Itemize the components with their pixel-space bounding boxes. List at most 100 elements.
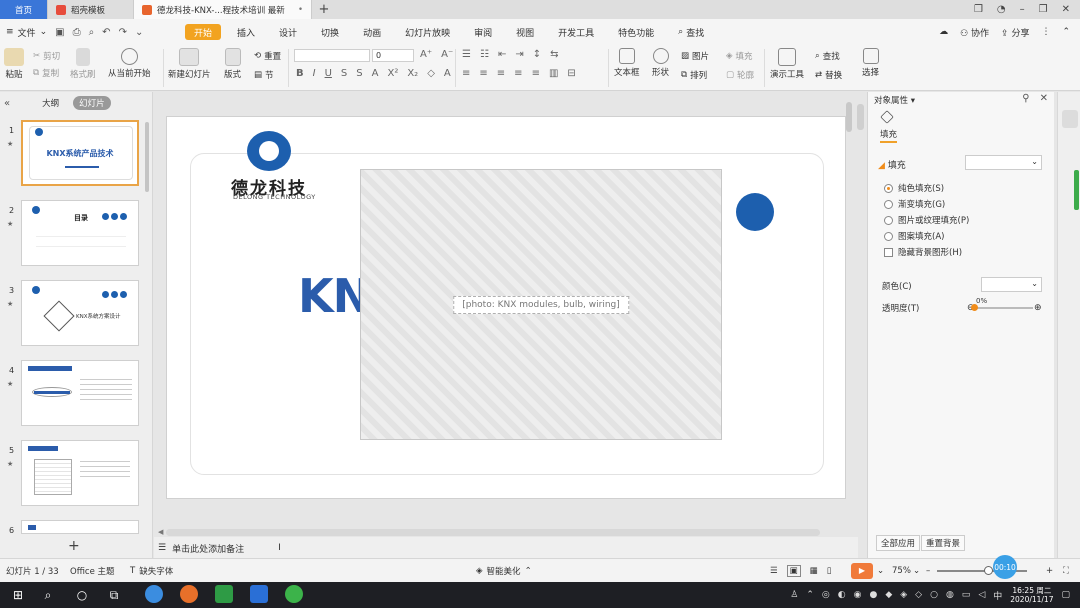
- section-button[interactable]: ▤ 节: [254, 69, 274, 81]
- play-slideshow-button[interactable]: ▶ ⌄: [851, 562, 884, 579]
- recording-timer[interactable]: 00:10: [993, 555, 1017, 579]
- color-select[interactable]: ⌄: [981, 277, 1042, 292]
- columns-icon[interactable]: ▥: [549, 68, 558, 79]
- print-preview-icon[interactable]: ⌕: [89, 27, 95, 38]
- zoom-dropdown-icon[interactable]: ⌄: [913, 566, 920, 576]
- indent-icon[interactable]: ⇥: [515, 49, 523, 60]
- properties-icon[interactable]: [1062, 110, 1078, 128]
- hide-background-checkbox[interactable]: 隐藏背景图形(H): [884, 246, 962, 258]
- fill-tab[interactable]: 填充: [880, 128, 898, 143]
- close-panel-icon[interactable]: ✕: [1040, 93, 1048, 104]
- zoom-in-icon[interactable]: +: [1046, 566, 1053, 576]
- align-center-icon[interactable]: ≡: [479, 68, 487, 79]
- picture-fill-radio[interactable]: 图片或纹理填充(P): [884, 214, 969, 226]
- user-icon[interactable]: ♙: [790, 590, 798, 600]
- tab-features[interactable]: 特色功能: [606, 19, 666, 45]
- font-name-select[interactable]: [294, 49, 370, 62]
- font-size-select[interactable]: 0: [372, 49, 414, 62]
- increase-font-icon[interactable]: A⁺: [420, 49, 432, 60]
- distribute-icon[interactable]: ≡: [532, 68, 540, 79]
- save-icon[interactable]: ▣: [55, 27, 64, 38]
- reset-background-button[interactable]: 重置背景: [921, 535, 966, 551]
- tab-design[interactable]: 设计: [267, 19, 309, 45]
- collab-button[interactable]: ⚇ 协作: [960, 26, 989, 39]
- volume-icon[interactable]: ◁: [978, 590, 985, 600]
- increase-transparency-icon[interactable]: ⊕: [1034, 303, 1042, 313]
- zoom-knob[interactable]: [984, 566, 993, 575]
- vertical-scrollbar[interactable]: [846, 102, 852, 132]
- superscript-icon[interactable]: X²: [387, 68, 398, 79]
- paste-button[interactable]: 粘贴: [4, 48, 24, 80]
- layout-icon[interactable]: ❒: [974, 4, 983, 15]
- firefox-icon[interactable]: [180, 585, 198, 603]
- zoom-level[interactable]: 75%: [892, 566, 911, 576]
- pin-icon[interactable]: ⚲: [1022, 93, 1029, 104]
- gradient-fill-radio[interactable]: 渐变填充(G): [884, 198, 945, 210]
- tab-animation[interactable]: 动画: [351, 19, 393, 45]
- text-align-icon[interactable]: ⊟: [567, 68, 575, 79]
- solid-fill-radio[interactable]: 纯色填充(S): [884, 182, 944, 194]
- more-icon[interactable]: ⌄: [135, 27, 143, 38]
- align-right-icon[interactable]: ≡: [497, 68, 505, 79]
- tray-icon[interactable]: ◆: [885, 590, 892, 600]
- sorter-view-icon[interactable]: ▦: [810, 566, 818, 576]
- tray-icon[interactable]: ◉: [854, 590, 862, 600]
- cloud-sync-icon[interactable]: ☁: [939, 27, 948, 37]
- bold-icon[interactable]: B: [296, 68, 304, 79]
- zoom-out-icon[interactable]: –: [926, 566, 930, 576]
- pattern-fill-radio[interactable]: 图案填充(A): [884, 230, 944, 242]
- tray-icon[interactable]: ●: [869, 590, 877, 600]
- cut-button[interactable]: ✂ 剪切: [33, 50, 60, 62]
- subscript-icon[interactable]: X₂: [407, 68, 418, 79]
- horizontal-scrollbar[interactable]: [166, 529, 820, 536]
- tray-icon[interactable]: ◍: [946, 590, 954, 600]
- embedded-photo[interactable]: [photo: KNX modules, bulb, wiring]: [360, 169, 722, 440]
- outdent-icon[interactable]: ⇤: [498, 49, 506, 60]
- share-button[interactable]: ⇪ 分享: [1001, 26, 1029, 39]
- search-icon[interactable]: ⌕: [40, 587, 56, 603]
- copy-button[interactable]: ⧉ 复制: [33, 67, 59, 79]
- decrease-font-icon[interactable]: A⁻: [441, 49, 453, 60]
- clear-format-icon[interactable]: ◇: [427, 68, 435, 79]
- tray-icon[interactable]: ◇: [915, 590, 922, 600]
- fit-window-icon[interactable]: ⛶: [1063, 566, 1069, 576]
- wps-icon[interactable]: [250, 585, 268, 603]
- notes-view-icon[interactable]: ☰: [770, 566, 778, 576]
- search-tab[interactable]: ⌕ 查找: [666, 19, 716, 45]
- tray-icon[interactable]: ◐: [838, 590, 846, 600]
- tray-icon[interactable]: ○: [930, 590, 938, 600]
- layout-button[interactable]: 版式: [224, 48, 241, 80]
- slides-view-tab[interactable]: 幻灯片: [73, 96, 111, 110]
- strikethrough-icon[interactable]: S: [341, 68, 347, 79]
- more-options-icon[interactable]: ⋮: [1041, 27, 1050, 37]
- tab-view[interactable]: 视图: [504, 19, 546, 45]
- current-slide[interactable]: 德龙科技 DELONG TECHNOLOGY KN [photo: KNX mo…: [166, 116, 846, 499]
- close-tab-icon[interactable]: •: [298, 5, 303, 15]
- tray-icon[interactable]: ◈: [900, 590, 907, 600]
- underline-icon[interactable]: U: [325, 68, 332, 79]
- play-from-current-button[interactable]: 从当前开始: [108, 48, 151, 79]
- notes-bar[interactable]: ☰ 单击此处添加备注 I: [154, 537, 858, 559]
- replace-button[interactable]: ⇄ 替换: [815, 69, 842, 81]
- fill-button[interactable]: ◈ 填充: [726, 50, 753, 62]
- transparency-slider[interactable]: [971, 304, 1033, 311]
- excel-icon[interactable]: [215, 585, 233, 603]
- tab-document[interactable]: 德龙科技-KNX-...程技术培训 最新 •: [134, 0, 312, 19]
- notification-icon[interactable]: ▢: [1061, 590, 1070, 600]
- tab-home[interactable]: 首页: [0, 0, 48, 19]
- line-spacing-icon[interactable]: ↕: [533, 49, 541, 60]
- slider-knob[interactable]: [971, 304, 978, 311]
- panel-scrollbar[interactable]: [857, 104, 864, 130]
- shadow-icon[interactable]: S: [356, 68, 362, 79]
- reading-view-icon[interactable]: ▯: [827, 566, 832, 576]
- format-painter-button[interactable]: 格式刷: [70, 48, 96, 80]
- new-tab-button[interactable]: +: [312, 0, 336, 19]
- font-color-icon[interactable]: A: [372, 68, 379, 79]
- browser-app-icon[interactable]: [145, 585, 163, 603]
- minimize-icon[interactable]: –: [1020, 4, 1025, 15]
- highlight-icon[interactable]: A: [444, 68, 451, 79]
- fill-section-header[interactable]: ◢ 填充: [878, 158, 906, 171]
- clock[interactable]: 16:25 周二 2020/11/17: [1010, 586, 1053, 604]
- redo-icon[interactable]: ↷: [119, 27, 127, 38]
- collapse-panel-icon[interactable]: «: [4, 98, 10, 109]
